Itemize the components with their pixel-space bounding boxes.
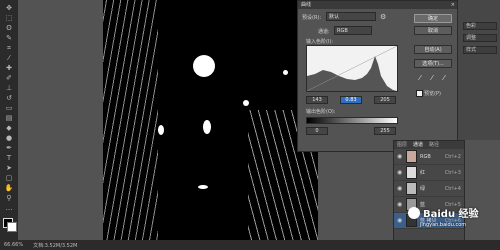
channel-name: 红 [420,170,426,176]
shape-icon[interactable]: ▢ [3,174,15,182]
move-icon[interactable]: ✥ [3,4,15,12]
dialog-titlebar[interactable]: 曲线 × [298,1,458,9]
input-white-value[interactable]: 205 [374,96,396,104]
tab-channels[interactable]: 通道 [413,141,423,149]
chin-highlight [198,185,208,189]
gradient-icon[interactable]: ▤ [3,114,15,122]
output-levels-label: 输出色阶(O): [306,109,336,115]
channel-select[interactable]: RGB [334,26,372,35]
marquee-icon[interactable]: ⬚ [3,14,15,22]
tab-paths[interactable]: 路径 [429,141,439,149]
zoom-level[interactable]: 66.66% [4,242,23,248]
hair-highlight [283,70,288,75]
baidu-paw-logo [408,206,420,219]
zoom-icon[interactable]: ⚲ [3,194,15,202]
eye-icon[interactable]: ◉ [397,201,403,208]
crop-icon[interactable]: ⌗ [3,44,15,52]
input-gamma-value[interactable]: 0.83 [340,96,362,104]
panel-item-styles[interactable]: 样式 [463,46,497,54]
dialog-title: 曲线 [301,2,312,8]
eraser-icon[interactable]: ▭ [3,104,15,112]
hair-left [103,0,158,240]
path-select-icon[interactable]: ➤ [3,164,15,172]
cheek-highlight [243,100,249,106]
close-icon[interactable]: × [451,1,455,9]
channel-shortcut: Ctrl+4 [444,185,461,192]
brush-icon[interactable]: ✐ [3,74,15,82]
channel-label: 通道: [318,29,330,35]
channel-name: 绿 [420,186,426,192]
more-icon[interactable]: … [3,204,15,212]
eye-icon[interactable]: ◉ [397,217,403,224]
channel-shortcut: Ctrl+3 [444,169,461,176]
auto-button[interactable]: 自动(A) [414,45,452,54]
eye-icon[interactable]: ◉ [397,153,403,160]
background-color-swatch[interactable] [7,222,17,232]
eye-icon[interactable]: ◉ [397,169,403,176]
white-eyedropper-icon[interactable]: ⁄ [440,74,448,82]
baidu-jingyan-watermark: Baidu 经验 [408,205,479,220]
channel-row[interactable]: ◉ RGB Ctrl+2 [394,149,464,165]
channel-thumbnail [406,182,417,195]
ok-button[interactable]: 确定 [414,14,452,23]
output-black-value[interactable]: 0 [306,127,328,135]
eye-icon[interactable]: ◉ [397,185,403,192]
nose-highlight [203,120,211,134]
panel-item-adjustments[interactable]: 调整 [463,34,497,42]
channel-thumbnail [406,150,417,163]
input-black-value[interactable]: 143 [306,96,328,104]
options-button[interactable]: 选项(T)... [414,59,452,68]
right-panel: 色彩 调整 样式 [457,0,500,140]
healing-icon[interactable]: ✚ [3,64,15,72]
preset-select[interactable]: 默认 [326,12,376,21]
output-white-value[interactable]: 255 [374,127,396,135]
lasso-icon[interactable]: ʘ [3,24,15,32]
stamp-icon[interactable]: ⊥ [3,84,15,92]
cancel-button[interactable]: 取消 [414,26,452,35]
gray-eyedropper-icon[interactable]: ⁄ [428,74,436,82]
channels-tabs: 图层 通道 路径 [394,141,464,149]
type-icon[interactable]: T [3,154,15,162]
face-edge-highlight [158,125,164,135]
forehead-highlight [193,55,215,77]
document-size: 文档:3.52M/3.52M [33,242,78,249]
quick-select-icon[interactable]: ✎ [3,34,15,42]
blur-icon[interactable]: ◆ [3,124,15,132]
eyedropper-icon[interactable]: ⁄ [3,54,15,62]
preset-label: 预设(R): [302,15,322,21]
output-gradient[interactable] [306,117,398,124]
black-eyedropper-icon[interactable]: ⁄ [416,74,424,82]
watermark-url: jingyan.baidu.com [420,222,467,228]
channel-name: RGB [420,153,431,160]
preset-menu-icon[interactable]: ⚙ [380,13,386,21]
status-bar: 66.66% 文档:3.52M/3.52M [0,240,500,250]
channel-row[interactable]: ◉ 红 Ctrl+3 [394,165,464,181]
panel-item-color[interactable]: 色彩 [463,22,497,30]
tools-panel: ✥ ⬚ ʘ ✎ ⌗ ⁄ ✚ ✐ ⊥ ↺ ▭ ▤ ◆ ● ✒ T ➤ ▢ ✋ ⚲ … [0,0,19,240]
history-brush-icon[interactable]: ↺ [3,94,15,102]
channel-thumbnail [406,166,417,179]
channel-row[interactable]: ◉ 绿 Ctrl+4 [394,181,464,197]
preview-checkbox[interactable] [416,90,423,97]
pen-icon[interactable]: ✒ [3,144,15,152]
watermark-brand: Baidu 经验 [423,209,479,220]
curves-dialog: 曲线 × 预设(R): 默认 ⚙ 通道: RGB 输入色阶(I): 143 0.… [297,0,459,152]
histogram-graph [306,45,398,92]
preview-label: 预览(P) [424,91,441,97]
channel-shortcut: Ctrl+2 [444,153,461,160]
tab-layers[interactable]: 图层 [397,141,407,149]
histogram[interactable] [306,45,398,92]
document-image[interactable] [103,0,318,240]
hand-icon[interactable]: ✋ [3,184,15,192]
dodge-icon[interactable]: ● [3,134,15,142]
input-levels-label: 输入色阶(I): [306,39,334,45]
